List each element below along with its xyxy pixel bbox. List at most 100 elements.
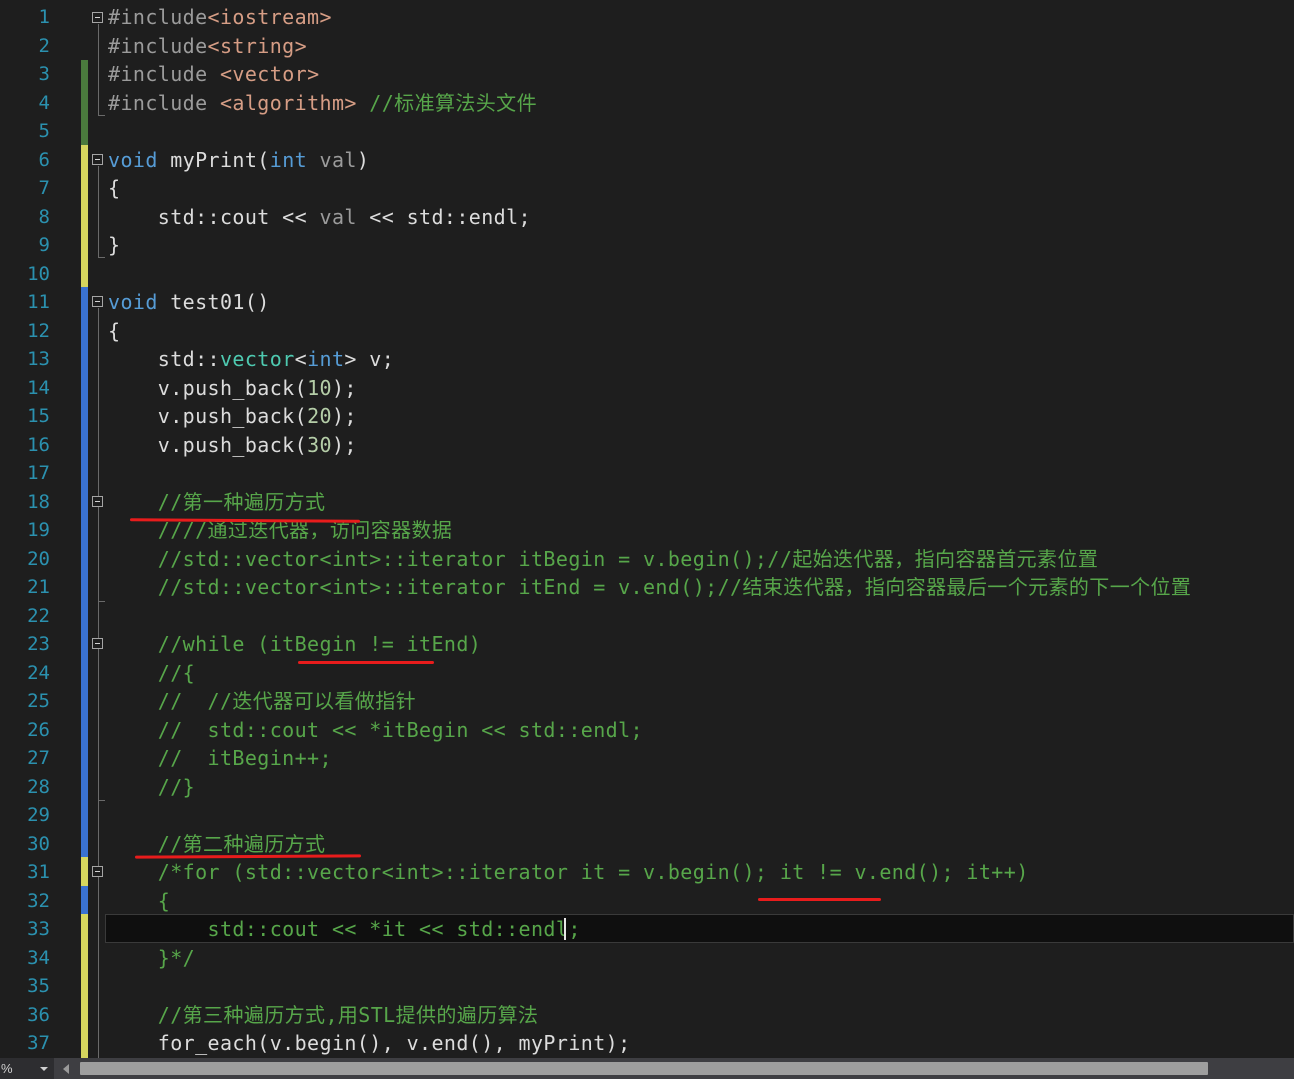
code-line[interactable]: { xyxy=(108,887,170,916)
line-number: 19 xyxy=(27,519,50,541)
code-line[interactable]: //{ xyxy=(108,659,195,688)
line-number: 22 xyxy=(27,604,50,627)
code-token: <vector> xyxy=(219,62,320,86)
code-token: //{ xyxy=(108,660,196,685)
code-token: void xyxy=(108,290,158,314)
change-marker-unsaved xyxy=(81,857,88,886)
code-line[interactable]: // std::cout << *itBegin << std::endl; xyxy=(108,716,643,745)
line-number: 18 xyxy=(27,490,50,513)
code-token: 20 xyxy=(307,404,332,428)
code-line[interactable]: std::cout << val << std::endl; xyxy=(108,203,531,232)
code-line[interactable]: // //迭代器可以看做指针 xyxy=(108,687,416,716)
line-number: 5 xyxy=(38,120,50,142)
line-number: 27 xyxy=(27,747,50,769)
code-token: v.push_back( xyxy=(108,432,308,457)
code-token: std::cout << *it << std::endl; xyxy=(108,917,581,941)
code-token: { xyxy=(108,176,121,200)
code-line[interactable]: v.push_back(30); xyxy=(108,431,357,460)
code-token: test01() xyxy=(157,290,270,314)
fold-toggle-icon[interactable] xyxy=(92,296,103,307)
code-token: #include xyxy=(108,5,208,29)
fold-toggle-icon[interactable] xyxy=(92,496,103,507)
line-number: 11 xyxy=(27,291,50,313)
code-token: myPrint( xyxy=(157,147,270,172)
code-token: ) xyxy=(356,147,370,172)
code-line[interactable]: //while (itBegin != itEnd) xyxy=(108,630,481,659)
code-token: for_each(v.begin(), v.end(), myPrint); xyxy=(108,1031,631,1055)
fold-toggle-icon[interactable] xyxy=(92,638,103,649)
code-token: std:: xyxy=(108,347,220,371)
line-number: 1 xyxy=(38,6,50,28)
code-line[interactable]: v.push_back(10); xyxy=(108,374,357,403)
line-number: 29 xyxy=(27,804,50,826)
code-editor[interactable]: 1 2 3 4 5 6 7 8 9 10 11 12 13 14 15 16 17 18 19 20 21 22 23 24 2… xyxy=(0,0,1294,1058)
code-line[interactable]: #include<iostream> xyxy=(108,3,332,32)
code-line[interactable]: v.push_back(20); xyxy=(108,402,357,431)
outline-rail xyxy=(98,24,99,116)
code-token: #include xyxy=(108,33,208,58)
line-number: 9 xyxy=(38,234,50,256)
code-line[interactable]: #include <algorithm> //标准算法头文件 xyxy=(108,89,537,118)
outline-rail xyxy=(98,308,99,1058)
outline-end-tick xyxy=(98,800,105,801)
code-token: v.push_back( xyxy=(108,375,308,400)
fold-toggle-icon[interactable] xyxy=(92,12,103,23)
line-number: 16 xyxy=(27,433,50,456)
line-number: 32 xyxy=(27,889,50,912)
line-number: 33 xyxy=(27,918,50,940)
chevron-down-icon xyxy=(40,1067,48,1071)
outline-end-tick xyxy=(98,601,105,602)
change-marker-blue xyxy=(81,287,88,857)
line-number: 34 xyxy=(27,946,50,969)
line-number: 2 xyxy=(38,34,50,57)
scrollbar-thumb[interactable] xyxy=(80,1062,1208,1075)
code-line[interactable]: //} xyxy=(108,773,195,802)
fold-toggle-icon[interactable] xyxy=(92,154,103,165)
code-token: v.push_back( xyxy=(108,404,308,428)
code-token: val xyxy=(319,204,357,229)
code-line[interactable]: //第一种遍历方式 xyxy=(108,488,325,517)
code-token: int xyxy=(269,147,308,172)
code-token: > v; xyxy=(344,347,395,371)
code-line[interactable]: } xyxy=(108,231,120,260)
line-number: 6 xyxy=(38,148,50,171)
code-line[interactable]: #include <vector> xyxy=(108,60,320,89)
scroll-left-arrow-icon[interactable] xyxy=(63,1064,69,1074)
zoom-value: % xyxy=(1,1061,13,1076)
code-line[interactable]: //std::vector<int>::iterator itEnd = v.e… xyxy=(108,573,1191,602)
code-token: //第二种遍历方式 xyxy=(108,831,326,856)
code-token: val xyxy=(307,147,357,172)
fold-toggle-icon[interactable] xyxy=(92,866,103,877)
code-line[interactable]: std::vector<int> v; xyxy=(108,345,394,374)
line-number: 13 xyxy=(27,348,50,370)
code-line[interactable]: }*/ xyxy=(108,944,195,973)
line-number: 36 xyxy=(27,1003,50,1026)
code-line[interactable]: { xyxy=(108,317,120,346)
zoom-dropdown[interactable]: % xyxy=(0,1058,54,1079)
code-line[interactable]: //第三种遍历方式,用STL提供的遍历算法 xyxy=(108,1001,538,1030)
code-token: //while (itBegin != itEnd) xyxy=(108,632,482,656)
code-token: // itBegin++; xyxy=(108,746,332,770)
code-token: vector xyxy=(219,347,295,371)
code-line[interactable]: //第二种遍历方式 xyxy=(108,830,325,859)
red-underline-annotation xyxy=(298,661,434,664)
line-number: 30 xyxy=(27,832,50,855)
code-line[interactable]: // itBegin++; xyxy=(108,744,332,773)
code-line[interactable]: { xyxy=(108,174,120,203)
code-token: #include xyxy=(108,62,220,86)
code-line[interactable]: std::cout << *it << std::endl; xyxy=(108,915,581,944)
code-token: // //迭代器可以看做指针 xyxy=(108,689,417,713)
line-number-gutter: 1 2 3 4 5 6 7 8 9 10 11 12 13 14 15 16 17 18 19 20 21 22 23 24 2… xyxy=(0,0,62,1058)
code-line[interactable]: for_each(v.begin(), v.end(), myPrint); xyxy=(108,1029,631,1058)
line-number: 10 xyxy=(27,262,50,285)
line-number: 12 xyxy=(27,319,50,342)
code-token: <algorithm> xyxy=(219,90,357,115)
code-line[interactable]: /*for (std::vector<int>::iterator it = v… xyxy=(108,858,1029,887)
code-line[interactable]: void myPrint(int val) xyxy=(108,146,369,175)
code-line[interactable]: void test01() xyxy=(108,288,270,317)
code-line[interactable]: //std::vector<int>::iterator itBegin = v… xyxy=(108,545,1098,574)
line-number: 31 xyxy=(27,861,50,883)
code-line[interactable]: #include<string> xyxy=(108,32,307,61)
line-number: 17 xyxy=(27,462,50,484)
outline-end-tick xyxy=(98,115,105,116)
